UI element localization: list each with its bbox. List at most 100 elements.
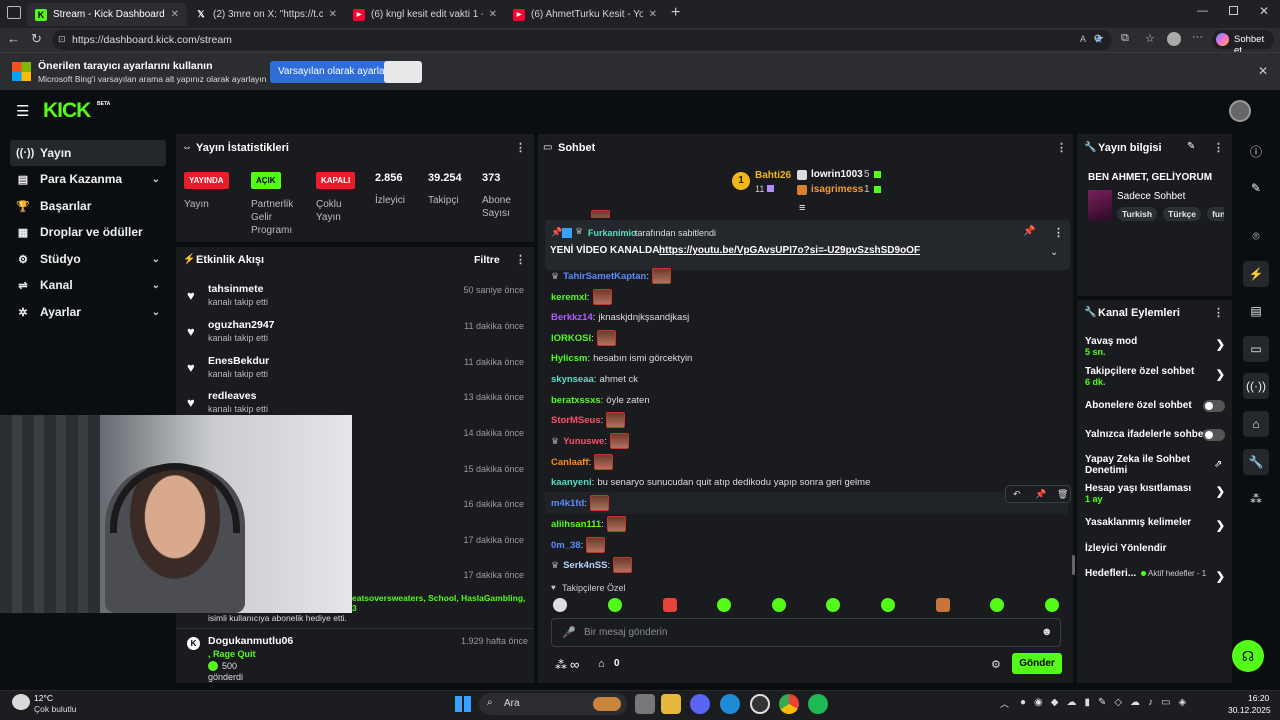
set-default-button[interactable]: Varsayılan olarak ayarla [270,61,393,83]
lightning-icon[interactable]: ⚡ [1243,261,1269,287]
chat-settings-icon[interactable]: ⚙ [991,658,1001,671]
obs-icon[interactable] [750,694,770,714]
sidebar-item-basarilar[interactable]: 🏆 Başarılar [10,193,166,219]
menu-icon[interactable]: ☰ [16,102,29,120]
emote-6[interactable] [826,598,840,612]
pinned-by-user[interactable]: Furkanimio [588,228,637,238]
close-infobar-icon[interactable]: ✕ [1258,64,1268,78]
store-tool-icon[interactable]: ⌂ [1243,411,1269,437]
chat-username[interactable]: kaanyeni [551,477,592,488]
follower-name[interactable]: oguzhan2947 [208,319,275,331]
url-field[interactable]: ⊡ https://dashboard.kick.com/stream A ★ [52,30,1112,50]
chat-username[interactable]: 0m_38 [551,540,581,551]
leader-name[interactable]: Bahti26 [755,170,791,181]
redirect-row[interactable]: İzleyici Yönlendir [1085,543,1225,554]
sidebar-item-ayarlar[interactable]: ✲ Ayarlar ⌄ [10,299,166,325]
task-view-icon[interactable] [635,694,655,714]
collapse-leaderboard-icon[interactable]: ≡ [799,202,805,214]
close-tab-icon[interactable]: ✕ [171,9,179,20]
activity-name[interactable]: Dogukanmutlu06 [208,635,293,647]
chat-input[interactable]: 🎤 Bir mesaj gönderin ☻ [551,618,1061,647]
user-avatar[interactable] [1229,100,1251,122]
account-age-row[interactable]: Hesap yaşı kısıtlaması 1 ay ❯ [1085,483,1225,504]
tag[interactable]: fun [1207,207,1224,221]
dismiss-button[interactable]: Kapat [384,61,422,83]
emote-10[interactable] [1045,598,1059,612]
tag[interactable]: Türkçe [1163,207,1202,221]
split-screen-icon[interactable]: ⧉ [1121,32,1129,45]
edge-icon[interactable] [720,694,740,714]
broadcast-tool-icon[interactable]: ((·)) [1243,373,1269,399]
profile-avatar[interactable] [1167,32,1181,46]
sidebar-item-droplar[interactable]: ▦ Droplar ve ödüller [10,219,166,245]
leader-name[interactable]: lowrin1003 [811,169,863,180]
more-icon[interactable]: ··· [1192,31,1203,43]
emote-4[interactable] [717,598,731,612]
sidebar-item-para-kazanma[interactable]: ▤ Para Kazanma ⌄ [10,166,166,192]
chat-scrollbar[interactable] [1072,555,1075,575]
tab-x[interactable]: 𝕏 (2) 3mre on X: "https://t.co/63FSs ✕ [187,3,345,26]
emoji-icon[interactable]: ☻ [1041,626,1053,638]
chat-tool-icon[interactable]: ▭ [1243,336,1269,362]
tag[interactable]: Turkish [1117,207,1158,221]
follower-name[interactable]: redleaves [208,390,256,402]
chat-username[interactable]: TahirSametKaptan [563,271,646,282]
sidebar-item-kanal[interactable]: ⇌ Kanal ⌄ [10,272,166,298]
notes-icon[interactable]: ▤ [1243,298,1269,324]
leader-name[interactable]: isagrimess [811,184,863,195]
channel-actions-menu-icon[interactable]: ⋮ [1213,306,1224,319]
chat-username[interactable]: beratxssxs [551,395,601,406]
chrome-icon[interactable] [779,694,799,714]
tab-actions-icon[interactable] [7,6,21,19]
chat-username[interactable]: Yunuswe [563,436,604,447]
unpin-icon[interactable]: 📌 [1023,226,1035,237]
follower-name[interactable]: EnesBekdur [208,355,269,367]
weather-icon[interactable] [12,694,30,710]
tab-kick-dashboard[interactable]: K Stream - Kick Dashboard ✕ [27,3,187,26]
stream-info-menu-icon[interactable]: ⋮ [1213,141,1224,154]
points-tool-icon[interactable]: ⁂ [1243,486,1269,512]
chat-username[interactable]: lORKOSl [551,333,591,344]
new-tab-icon[interactable]: + [671,4,680,22]
send-button[interactable]: Gönder [1012,653,1062,674]
delete-icon[interactable]: 🗑 [1057,489,1068,500]
chat-username[interactable]: Canlaaff [551,457,588,468]
read-aloud-icon[interactable]: A [1080,34,1086,44]
chat-username[interactable]: Serk4nSS [563,560,607,571]
kick-logo[interactable]: KICK [43,99,91,123]
spotify-icon[interactable] [808,694,828,714]
emote-chat-toggle[interactable] [1203,429,1225,441]
emote-2[interactable] [608,598,622,612]
emote-5[interactable] [772,598,786,612]
pin-message-icon[interactable]: 📌 [1035,489,1046,500]
followers-chat-row[interactable]: Takipçilere özel sohbet 6 dk. ❯ [1085,366,1225,387]
close-tab-icon[interactable]: ✕ [489,9,497,20]
discord-icon[interactable] [690,694,710,714]
emote-7[interactable] [881,598,895,612]
stats-menu-icon[interactable]: ⋮ [515,141,526,154]
close-window-icon[interactable]: ✕ [1259,4,1269,18]
extensions-icon[interactable]: ⟳ [1094,32,1103,45]
chat-username[interactable]: skynseaa [551,374,594,385]
activity-menu-icon[interactable]: ⋮ [515,253,526,266]
category-name[interactable]: Sadece Sohbet [1117,191,1185,202]
restore-icon[interactable] [1229,6,1238,15]
info-icon[interactable]: ⓘ [1243,138,1269,164]
emote-8[interactable] [936,598,950,612]
chat-username[interactable]: m4k1fd [551,498,584,509]
subs-chat-toggle[interactable] [1203,400,1225,412]
store-icon[interactable]: ⌂ [598,658,605,670]
goals-row[interactable]: Hedefleri... Aktif hedefler - 1 ❯ [1085,568,1225,583]
ai-moderation-row[interactable]: Yapay Zeka ile Sohbet Denetimi [1085,454,1210,476]
taskbar-search[interactable]: ⌕ Ara [479,693,627,715]
chat-username[interactable]: Hylicsm [551,353,587,364]
start-icon[interactable] [455,696,471,712]
wrench-tool-icon[interactable]: 🔧 [1243,449,1269,475]
favorites-icon[interactable]: ☆ [1145,32,1155,45]
chat-username[interactable]: Berkkz14 [551,312,593,323]
camera-icon[interactable]: ⌾ [1243,223,1269,249]
follower-name[interactable]: tahsinmete [208,283,263,295]
close-tab-icon[interactable]: ✕ [329,9,337,20]
points-icon[interactable]: ⁂ [555,658,567,672]
tab-youtube-2[interactable]: ▶ (6) AhmetTurku Kesit - YouTube ✕ [505,3,665,26]
